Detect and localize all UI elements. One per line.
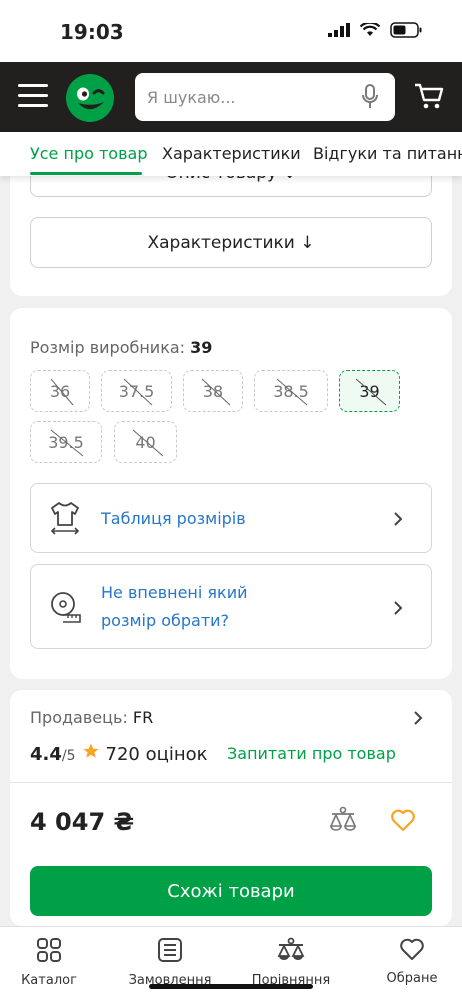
rating-score: 4.4 [30,744,62,765]
chevron-right-icon [394,512,403,526]
nav-catalog[interactable]: Каталог [0,937,104,988]
divider [10,782,452,783]
nav-favorites-label: Обране [386,971,438,986]
product-price: 4 047 ₴ [30,808,135,836]
chevron-right-icon[interactable] [413,710,423,726]
tab-all-about-product[interactable]: Усе про товар [30,144,147,163]
star-icon [83,743,99,758]
heart-icon[interactable] [390,808,416,832]
seller-name: FR [132,708,154,727]
nav-favorites[interactable]: Обране [357,937,462,986]
size-help-link-text: Не впевнені який розмір обрати? [101,579,248,635]
similar-products-button[interactable]: Схожі товари [30,866,432,916]
compare-icon [277,937,305,960]
wifi-icon [360,23,380,36]
rating-count: 720 оцінок [105,744,208,765]
battery-icon [390,22,422,38]
tab-characteristics[interactable]: Характеристики [162,144,301,163]
seller-price-card: Продавець: FR 4.4/5 720 оцінок Запитати … [10,690,452,926]
selected-size-value: 39 [190,338,213,357]
size-option[interactable]: 38 [183,370,243,412]
size-table-link[interactable]: Таблиця розмірів [30,483,432,553]
size-label: Розмір виробника: 39 [30,338,212,357]
size-help-link[interactable]: Не впевнені який розмір обрати? [30,564,432,649]
search-bar [135,73,395,121]
nav-orders[interactable]: Замовлення [115,937,225,988]
compare-scales-icon[interactable] [328,806,358,834]
home-indicator [149,984,313,989]
rating-max: /5 [61,748,76,764]
ask-question-link[interactable]: Запитати про товар [227,744,396,763]
product-tabs: Усе про товар Характеристики Відгуки та … [0,132,462,176]
measuring-tape-icon [51,592,81,623]
seller-info[interactable]: Продавець: FR [30,708,153,727]
microphone-icon[interactable] [361,84,379,110]
size-table-link-text: Таблиця розмірів [101,509,246,528]
characteristics-button[interactable]: Характеристики ↓ [30,217,432,268]
active-tab-underline [30,172,142,175]
search-input[interactable] [147,73,347,121]
nav-catalog-label: Каталог [21,973,77,988]
heart-icon [400,938,424,960]
orders-icon [158,938,182,962]
menu-button[interactable] [18,84,48,110]
app-header [0,62,462,132]
size-card: Розмір виробника: 39 36 37.5 38 38.5 39 … [10,308,452,679]
size-option[interactable]: 38.5 [254,370,328,412]
status-icons [328,22,422,38]
size-help-line-2: розмір обрати? [101,611,230,630]
size-option[interactable]: 39.5 [30,421,102,463]
size-option[interactable]: 37.5 [101,370,172,412]
tshirt-icon [50,502,80,535]
product-rating[interactable]: 4.4/5 720 оцінок [30,742,208,765]
size-option[interactable]: 36 [30,370,90,412]
size-option[interactable]: 40 [114,421,177,463]
status-bar: 19:03 [0,0,462,62]
chevron-right-icon [394,601,403,615]
size-label-text: Розмір виробника: [30,338,186,357]
nav-compare[interactable]: Порівняння [236,937,346,988]
size-option-selected[interactable]: 39 [339,370,400,412]
status-time: 19:03 [60,20,124,44]
signal-icon [328,23,350,37]
size-help-line-1: Не впевнені який [101,583,248,602]
seller-label: Продавець: [30,708,128,727]
rozetka-logo[interactable] [64,72,116,124]
catalog-icon [37,938,61,962]
cart-icon[interactable] [414,82,444,110]
tab-reviews[interactable]: Відгуки та питання [313,144,462,163]
